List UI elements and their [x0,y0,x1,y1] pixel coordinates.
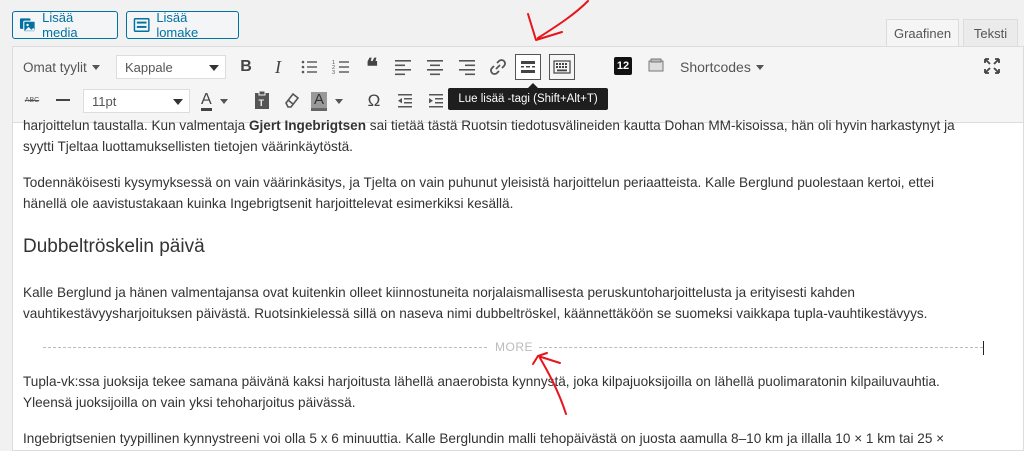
annotation-arrowhead-bottom [532,352,561,365]
annotation-arrowhead-top [527,13,563,41]
annotation-arrows [527,0,589,415]
annotation-arrow-bottom [539,357,567,415]
annotation-arrow-top [537,0,589,39]
